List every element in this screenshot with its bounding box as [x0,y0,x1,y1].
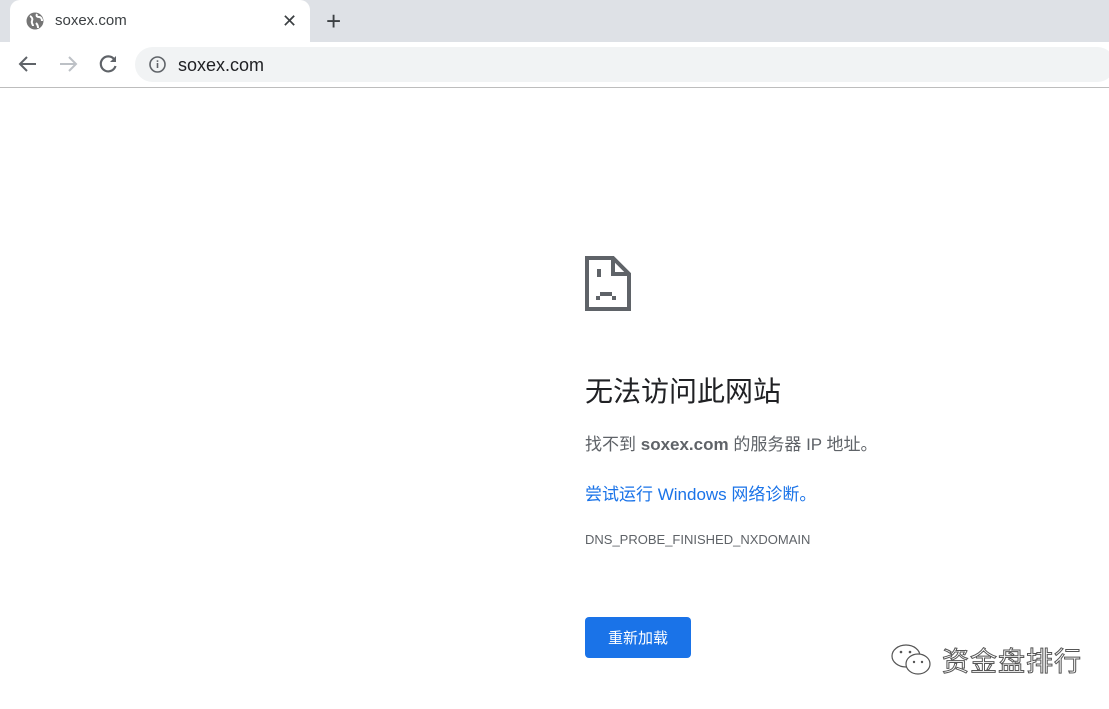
new-tab-button[interactable]: + [326,6,341,37]
watermark: 资金盘排行 [890,640,1082,679]
reload-icon[interactable] [97,53,119,75]
msg-suffix: 的服务器 IP 地址。 [729,435,878,454]
wechat-icon [890,642,934,678]
error-heading: 无法访问此网站 [585,370,781,410]
address-bar[interactable]: soxex.com [135,47,1109,82]
forward-icon[interactable] [57,53,79,75]
toolbar: soxex.com [0,42,1109,88]
error-code: DNS_PROBE_FINISHED_NXDOMAIN [585,532,810,547]
watermark-text: 资金盘排行 [942,640,1082,679]
globe-icon [26,12,44,30]
error-page: 无法访问此网站 找不到 soxex.com 的服务器 IP 地址。 尝试运行 W… [585,256,631,316]
sad-file-icon [585,256,631,311]
close-tab-icon[interactable]: ✕ [282,11,297,32]
back-icon[interactable] [17,53,39,75]
msg-prefix: 找不到 [585,435,641,454]
info-icon[interactable] [149,56,166,73]
tab-active[interactable]: soxex.com ✕ [10,0,310,42]
tab-strip: soxex.com ✕ + [0,0,1109,42]
reload-button[interactable]: 重新加载 [585,617,691,658]
network-diagnostics-link[interactable]: 尝试运行 Windows 网络诊断。 [585,480,816,505]
error-message: 找不到 soxex.com 的服务器 IP 地址。 [585,430,878,455]
msg-domain: soxex.com [641,435,729,454]
url-text[interactable]: soxex.com [178,55,264,76]
tab-title: soxex.com [55,12,127,29]
